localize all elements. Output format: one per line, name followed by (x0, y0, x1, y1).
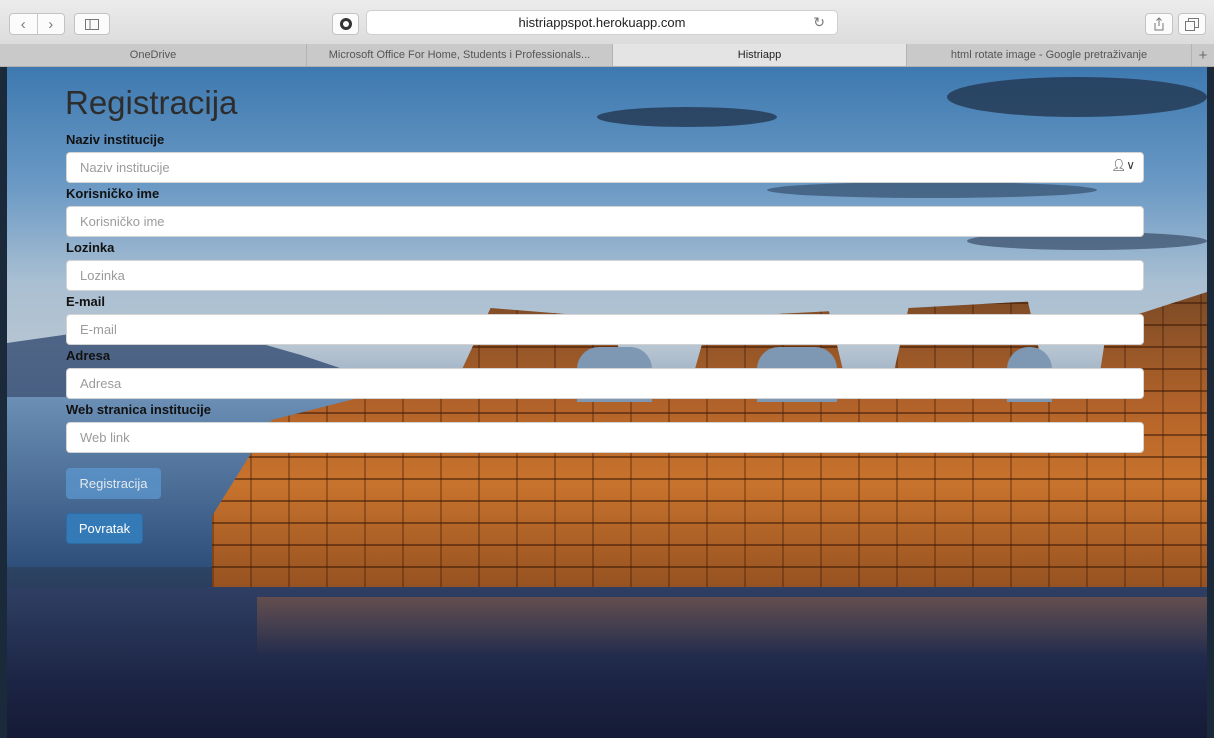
institution-name-input[interactable] (66, 152, 1144, 183)
email-input[interactable] (66, 314, 1144, 345)
new-tab-icon[interactable]: + (1192, 44, 1214, 66)
back-button[interactable]: Povratak (66, 513, 143, 544)
sidebar-icon[interactable] (74, 13, 110, 35)
tab-label: html rotate image - Google pretraživanje (950, 49, 1148, 61)
tab-microsoft-office[interactable]: Microsoft Office For Home, Students i Pr… (307, 44, 613, 66)
address-input[interactable] (66, 368, 1144, 399)
tab-onedrive[interactable]: OneDrive (0, 44, 307, 66)
username-label: Korisničko ime (66, 186, 160, 201)
tab-label: Histriapp (737, 49, 782, 61)
tab-google-search[interactable]: html rotate image - Google pretraživanje (907, 44, 1192, 66)
browser-toolbar: ‹ › histriappspot.herokuapp.com ↻ (0, 0, 1214, 45)
extension-icon[interactable] (332, 13, 359, 35)
website-label: Web stranica institucije (66, 402, 211, 417)
website-input[interactable] (66, 422, 1144, 453)
register-button[interactable]: Registracija (66, 468, 161, 499)
history-nav: ‹ › (9, 13, 65, 35)
address-label: Adresa (66, 348, 111, 363)
tabs-overview-icon[interactable] (1178, 13, 1206, 35)
institution-name-label: Naziv institucije (66, 132, 165, 147)
user-dropdown-icon[interactable]: 👤︎∨ (1111, 158, 1135, 172)
reload-icon[interactable]: ↻ (813, 14, 825, 31)
tab-bar: OneDrive Microsoft Office For Home, Stud… (0, 44, 1214, 67)
back-icon[interactable]: ‹ (10, 14, 37, 34)
tab-label: Microsoft Office For Home, Students i Pr… (328, 49, 591, 61)
address-bar[interactable]: histriappspot.herokuapp.com ↻ (366, 10, 838, 35)
email-label: E-mail (66, 294, 106, 309)
page-title: Registracija (65, 84, 238, 121)
share-icon[interactable] (1145, 13, 1173, 35)
forward-icon[interactable]: › (36, 14, 65, 34)
tab-histriapp[interactable]: Histriapp (613, 44, 907, 66)
password-label: Lozinka (66, 240, 115, 255)
password-input[interactable] (66, 260, 1144, 291)
tab-label: OneDrive (129, 49, 177, 61)
url-text: histriappspot.herokuapp.com (518, 15, 686, 30)
username-input[interactable] (66, 206, 1144, 237)
